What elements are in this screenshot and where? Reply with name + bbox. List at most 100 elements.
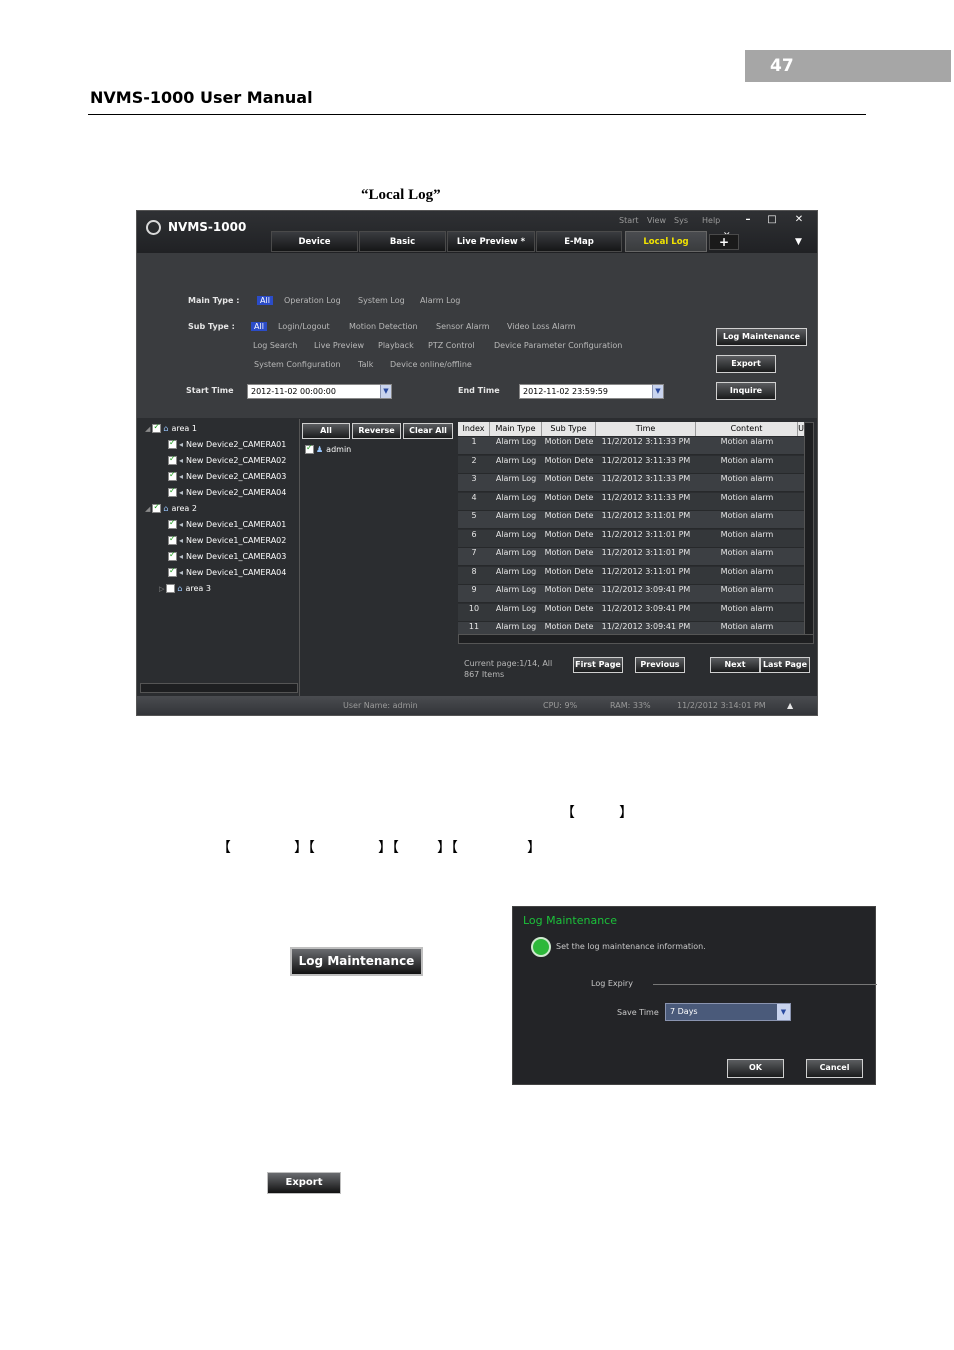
clear-all-button[interactable]: Clear All (403, 423, 453, 439)
last-page-button[interactable]: Last Page (760, 657, 810, 673)
sub-type-all[interactable]: All (251, 322, 267, 331)
sub-type-system-configuration[interactable]: System Configuration (254, 360, 341, 369)
bracket-fragment: 】 (527, 840, 541, 856)
checkbox-icon[interactable] (168, 518, 177, 529)
tree-camera[interactable]: ◂New Device1_CAMERA04 (168, 565, 286, 581)
main-type-all[interactable]: All (257, 296, 273, 305)
collapse-icon[interactable]: ◢ (145, 505, 150, 513)
select-all-button[interactable]: All (302, 423, 350, 439)
tab-e-map[interactable]: E-Map (536, 231, 622, 252)
log-maintenance-button-image[interactable]: Log Maintenance (290, 947, 423, 976)
sub-type-talk[interactable]: Talk (358, 360, 373, 369)
table-cell: Alarm Log (495, 437, 537, 446)
tree-camera[interactable]: ◂New Device2_CAMERA04 (168, 485, 286, 501)
menu-help[interactable]: Help (702, 216, 720, 225)
collapse-icon[interactable]: ◢ (145, 425, 150, 433)
column-header[interactable]: Content (696, 422, 798, 436)
table-horizontal-scrollbar[interactable] (458, 634, 814, 644)
export-button[interactable]: Export (716, 355, 776, 373)
tree-camera[interactable]: ◂New Device1_CAMERA01 (168, 517, 286, 533)
tree-area-2[interactable]: ◢ ⌂area 2 (145, 501, 197, 517)
checkbox-icon[interactable] (168, 470, 177, 481)
user-item[interactable]: ♟admin (305, 442, 351, 458)
table-row[interactable]: 5 Alarm Log Motion Dete 11/2/2012 3:11:01 P… (458, 511, 804, 529)
table-row[interactable]: 10 Alarm Log Motion Dete 11/2/2012 3:09:41 … (458, 603, 804, 622)
main-type-operation-log[interactable]: Operation Log (284, 296, 341, 305)
main-type-system-log[interactable]: System Log (358, 296, 405, 305)
checkbox-icon[interactable] (168, 566, 177, 577)
export-button-image[interactable]: Export (267, 1172, 341, 1194)
table-row[interactable]: 7 Alarm Log Motion Dete 11/2/2012 3:11:01 P… (458, 548, 804, 566)
reverse-button[interactable]: Reverse (352, 423, 401, 439)
end-time-dropdown-icon[interactable]: ▼ (652, 385, 663, 398)
sub-type-device-parameter-configuration[interactable]: Device Parameter Configuration (494, 341, 622, 350)
tab-menu-icon[interactable]: ▼ (795, 237, 802, 247)
sub-type-sensor-alarm[interactable]: Sensor Alarm (436, 322, 490, 331)
sub-type-login-logout[interactable]: Login/Logout (278, 322, 330, 331)
checkbox-icon[interactable] (168, 534, 177, 545)
checkbox-icon[interactable] (168, 454, 177, 465)
column-header[interactable]: Time (596, 422, 696, 436)
tree-area-1[interactable]: ◢ ⌂area 1 (145, 421, 197, 437)
inquire-button[interactable]: Inquire (716, 382, 776, 400)
table-row[interactable]: 2 Alarm Log Motion Dete 11/2/2012 3:11:33 P… (458, 455, 804, 474)
tree-item-label: New Device1_CAMERA02 (186, 536, 287, 545)
tree-camera[interactable]: ◂New Device1_CAMERA03 (168, 549, 286, 565)
table-row[interactable]: 3 Alarm Log Motion Dete 11/2/2012 3:11:33 P… (458, 474, 804, 492)
next-page-button[interactable]: Next (710, 657, 760, 673)
table-row[interactable]: 6 Alarm Log Motion Dete 11/2/2012 3:11:01 P… (458, 529, 804, 548)
start-time-input[interactable]: 2012-11-02 00:00:00 (247, 384, 392, 399)
table-row[interactable]: 8 Alarm Log Motion Dete 11/2/2012 3:11:01 P… (458, 566, 804, 585)
sub-type-playback[interactable]: Playback (378, 341, 414, 350)
checkbox-icon[interactable] (305, 443, 314, 454)
checkbox-icon[interactable] (152, 422, 162, 433)
checkbox-icon[interactable] (168, 438, 177, 449)
save-time-select[interactable]: 7 Days (665, 1003, 791, 1021)
cancel-button[interactable]: Cancel (806, 1059, 863, 1078)
menu-view[interactable]: View (647, 216, 666, 225)
tab-device[interactable]: Device (271, 231, 358, 252)
tree-horizontal-scrollbar[interactable] (140, 683, 298, 693)
main-type-alarm-log[interactable]: Alarm Log (420, 296, 460, 305)
column-header[interactable]: Index (458, 422, 490, 436)
tree-area-3[interactable]: ▷ ⌂ area 3 (159, 581, 211, 597)
sub-type-live-preview[interactable]: Live Preview (314, 341, 364, 350)
previous-page-button[interactable]: Previous (635, 657, 685, 673)
status-toggle-icon[interactable]: ▲ (787, 701, 793, 710)
tree-camera[interactable]: ◂New Device2_CAMERA03 (168, 469, 286, 485)
sub-type-ptz-control[interactable]: PTZ Control (428, 341, 475, 350)
tree-camera[interactable]: ◂New Device1_CAMERA02 (168, 533, 286, 549)
checkbox-icon[interactable] (168, 550, 177, 561)
tree-camera[interactable]: ◂New Device2_CAMERA02 (168, 453, 286, 469)
first-page-button[interactable]: First Page (573, 657, 623, 673)
expand-icon[interactable]: ▷ (159, 585, 164, 593)
sub-type-motion-detection[interactable]: Motion Detection (349, 322, 418, 331)
column-header[interactable]: Main Type (490, 422, 542, 436)
checkbox-icon[interactable] (168, 486, 177, 497)
tab-live-preview[interactable]: Live Preview * (447, 231, 535, 252)
table-row[interactable]: 4 Alarm Log Motion Dete 11/2/2012 3:11:33 P… (458, 492, 804, 511)
ok-button[interactable]: OK (727, 1059, 784, 1078)
sub-type-log-search[interactable]: Log Search (253, 341, 297, 350)
table-row[interactable]: 9 Alarm Log Motion Dete 11/2/2012 3:09:41 P… (458, 585, 804, 603)
tree-camera[interactable]: ◂New Device2_CAMERA01 (168, 437, 286, 453)
log-maintenance-button[interactable]: Log Maintenance (716, 328, 807, 346)
end-time-input[interactable]: 2012-11-02 23:59:59 (519, 384, 664, 399)
table-vertical-scrollbar[interactable] (804, 422, 814, 642)
start-time-dropdown-icon[interactable]: ▼ (380, 385, 391, 398)
maximize-icon[interactable]: □ (765, 214, 779, 226)
checkbox-icon[interactable] (166, 584, 176, 593)
tab-local-log[interactable]: Local Log (625, 231, 707, 252)
menu-sys[interactable]: Sys (674, 216, 688, 225)
sub-type-device-online-offline[interactable]: Device online/offline (390, 360, 472, 369)
add-tab-icon[interactable]: + (709, 234, 739, 250)
close-icon[interactable]: ✕ (792, 214, 806, 226)
menu-start[interactable]: Start (619, 216, 639, 225)
column-header[interactable]: Sub Type (542, 422, 596, 436)
chevron-down-icon[interactable]: ▼ (777, 1004, 790, 1020)
sub-type-video-loss-alarm[interactable]: Video Loss Alarm (507, 322, 576, 331)
minimize-icon[interactable]: – (741, 214, 755, 226)
tab-basic[interactable]: Basic (359, 231, 446, 252)
table-row[interactable]: 1 Alarm Log Motion Dete 11/2/2012 3:11:33 P… (458, 437, 804, 455)
checkbox-icon[interactable] (152, 502, 162, 513)
